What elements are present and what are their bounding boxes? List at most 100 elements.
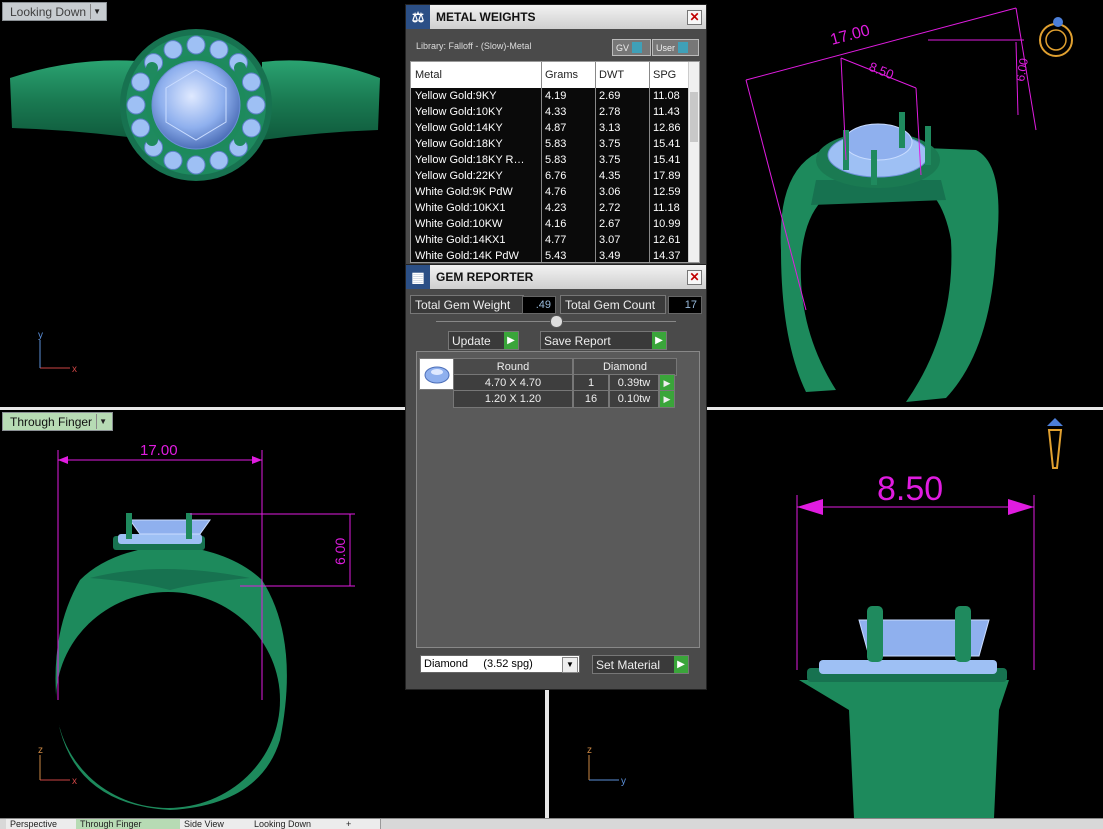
close-icon[interactable]: ✕ bbox=[687, 10, 702, 25]
cell-metal: White Gold:10KX1 bbox=[411, 200, 542, 216]
play-arrow-icon: ▶ bbox=[674, 656, 688, 673]
halo-gem bbox=[241, 118, 261, 138]
cell-dwt: 2.78 bbox=[595, 104, 650, 120]
gem-weight: 0.10tw bbox=[609, 390, 659, 408]
col-dwt[interactable]: DWT bbox=[595, 62, 650, 88]
cell-grams: 4.87 bbox=[541, 120, 596, 136]
cell-metal: Yellow Gold:9KY bbox=[411, 88, 542, 104]
table-row[interactable]: Yellow Gold:18KY 5.83 3.75 15.41 bbox=[411, 136, 694, 152]
halo-gem bbox=[186, 35, 206, 55]
col-metal[interactable]: Metal bbox=[411, 62, 542, 88]
metal-weights-titlebar[interactable]: ⚖ METAL WEIGHTS ✕ bbox=[406, 5, 706, 29]
halo-gem bbox=[163, 150, 183, 170]
viewport-looking-down[interactable]: y x Looking Down ▼ bbox=[0, 0, 406, 407]
axis-x-label: x bbox=[72, 776, 77, 787]
toggle-user-label: User bbox=[656, 42, 676, 53]
round-gem-thumbnail bbox=[419, 358, 454, 390]
cell-dwt: 3.75 bbox=[595, 152, 650, 168]
cell-grams: 5.83 bbox=[541, 152, 596, 168]
toggle-gv[interactable]: GV bbox=[612, 39, 651, 56]
cell-dwt: 4.35 bbox=[595, 168, 650, 184]
chevron-down-icon[interactable]: ▼ bbox=[90, 4, 103, 19]
dim-height: 6.00 bbox=[1013, 57, 1031, 83]
viewport-label-looking-down[interactable]: Looking Down ▼ bbox=[2, 2, 108, 21]
cell-metal: Yellow Gold:18KY R… bbox=[411, 152, 542, 168]
chevron-down-icon[interactable]: ▼ bbox=[96, 414, 109, 429]
gem-report-icon: ▦ bbox=[406, 265, 430, 289]
metal-table[interactable]: Metal Grams DWT SPG Yellow Gold:9KY 4.19 2… bbox=[410, 61, 700, 263]
gem-reporter-panel: ▦ GEM REPORTER ✕ Total Gem Weight .49 To… bbox=[405, 264, 707, 690]
halo-gem bbox=[131, 118, 151, 138]
set-material-button[interactable]: Set Material ▶ bbox=[592, 655, 689, 674]
update-button[interactable]: Update ▶ bbox=[448, 331, 519, 350]
halo-gem bbox=[126, 95, 146, 115]
gem-table[interactable]: Round Diamond 4.70 X 4.70 1 0.39tw ▶ 1.20 X … bbox=[416, 351, 700, 648]
splitter-knob-icon[interactable] bbox=[550, 315, 563, 328]
material-select[interactable]: Diamond (3.52 spg) ▼ bbox=[420, 655, 580, 673]
cell-metal: White Gold:14KX1 bbox=[411, 232, 542, 248]
dim-width: 8.50 bbox=[877, 470, 943, 508]
viewport-label-text: Looking Down bbox=[10, 4, 87, 19]
gem-reporter-titlebar[interactable]: ▦ GEM REPORTER ✕ bbox=[406, 265, 706, 289]
toggle-knob bbox=[678, 42, 689, 53]
cell-dwt: 3.06 bbox=[595, 184, 650, 200]
halo-gem bbox=[209, 40, 229, 60]
cell-metal: Yellow Gold:18KY bbox=[411, 136, 542, 152]
viewport-label-text: Through Finger bbox=[10, 414, 93, 429]
update-label: Update bbox=[452, 333, 491, 348]
gem-count: 16 bbox=[573, 390, 609, 408]
cell-metal: Yellow Gold:22KY bbox=[411, 168, 542, 184]
axis-x-label: x bbox=[72, 364, 77, 375]
library-label: Library: Falloff - (Slow)-Metal bbox=[416, 41, 532, 51]
table-row[interactable]: Yellow Gold:22KY 6.76 4.35 17.89 bbox=[411, 168, 694, 184]
viewport-perspective[interactable]: 17.00 8.50 6.00 bbox=[706, 0, 1103, 407]
table-row[interactable]: White Gold:14KX1 4.77 3.07 12.61 bbox=[411, 232, 694, 248]
table-row[interactable]: White Gold:10KW 4.16 2.67 10.99 bbox=[411, 216, 694, 232]
play-arrow-icon[interactable]: ▶ bbox=[659, 390, 675, 408]
table-row[interactable]: Yellow Gold:9KY 4.19 2.69 11.08 bbox=[411, 88, 694, 104]
col-grams[interactable]: Grams bbox=[541, 62, 596, 88]
toggle-user[interactable]: User bbox=[652, 39, 699, 56]
total-gem-count-value: 17 bbox=[668, 296, 702, 314]
cell-grams: 6.76 bbox=[541, 168, 596, 184]
cell-grams: 4.19 bbox=[541, 88, 596, 104]
save-report-button[interactable]: Save Report ▶ bbox=[540, 331, 667, 350]
play-arrow-icon: ▶ bbox=[652, 332, 666, 349]
cell-grams: 4.16 bbox=[541, 216, 596, 232]
cell-metal: Yellow Gold:10KY bbox=[411, 104, 542, 120]
viewport-label-through-finger[interactable]: Through Finger ▼ bbox=[2, 412, 114, 431]
cell-metal: White Gold:9K PdW bbox=[411, 184, 542, 200]
halo-gem bbox=[163, 40, 183, 60]
metal-table-header: Metal Grams DWT SPG bbox=[411, 62, 694, 88]
scale-icon: ⚖ bbox=[406, 5, 430, 29]
metal-table-scrollbar[interactable] bbox=[688, 62, 699, 262]
table-row[interactable]: White Gold:14K PdW 5.43 3.49 14.37 bbox=[411, 248, 694, 262]
scrollbar-thumb[interactable] bbox=[690, 92, 698, 142]
dim-width: 17.00 bbox=[140, 442, 178, 459]
table-row[interactable]: Yellow Gold:14KY 4.87 3.13 12.86 bbox=[411, 120, 694, 136]
axis-z-label: z bbox=[38, 745, 43, 756]
dim-width: 17.00 bbox=[829, 22, 872, 49]
table-row[interactable]: Yellow Gold:10KY 4.33 2.78 11.43 bbox=[411, 104, 694, 120]
cell-grams: 5.43 bbox=[541, 248, 596, 262]
cell-dwt: 3.49 bbox=[595, 248, 650, 262]
chevron-down-icon[interactable]: ▼ bbox=[562, 657, 578, 673]
halo-gem bbox=[131, 72, 151, 92]
table-row[interactable]: White Gold:10KX1 4.23 2.72 11.18 bbox=[411, 200, 694, 216]
metal-weights-panel: ⚖ METAL WEIGHTS ✕ Library: Falloff - (Sl… bbox=[405, 4, 707, 268]
dim-height: 6.00 bbox=[332, 538, 348, 565]
total-gem-count-label: Total Gem Count bbox=[560, 295, 666, 314]
play-arrow-icon: ▶ bbox=[504, 332, 518, 349]
total-gem-weight-label: Total Gem Weight bbox=[410, 295, 524, 314]
close-icon[interactable]: ✕ bbox=[687, 270, 702, 285]
halo-gem bbox=[241, 72, 261, 92]
cell-dwt: 3.13 bbox=[595, 120, 650, 136]
cell-dwt: 2.72 bbox=[595, 200, 650, 216]
cell-metal: White Gold:14K PdW bbox=[411, 248, 542, 262]
toggle-knob bbox=[632, 42, 643, 53]
ring-perspective-view: 17.00 8.50 6.00 bbox=[745, 7, 1073, 402]
halo-gem bbox=[186, 155, 206, 175]
cell-dwt: 3.75 bbox=[595, 136, 650, 152]
table-row[interactable]: Yellow Gold:18KY R… 5.83 3.75 15.41 bbox=[411, 152, 694, 168]
table-row[interactable]: White Gold:9K PdW 4.76 3.06 12.59 bbox=[411, 184, 694, 200]
